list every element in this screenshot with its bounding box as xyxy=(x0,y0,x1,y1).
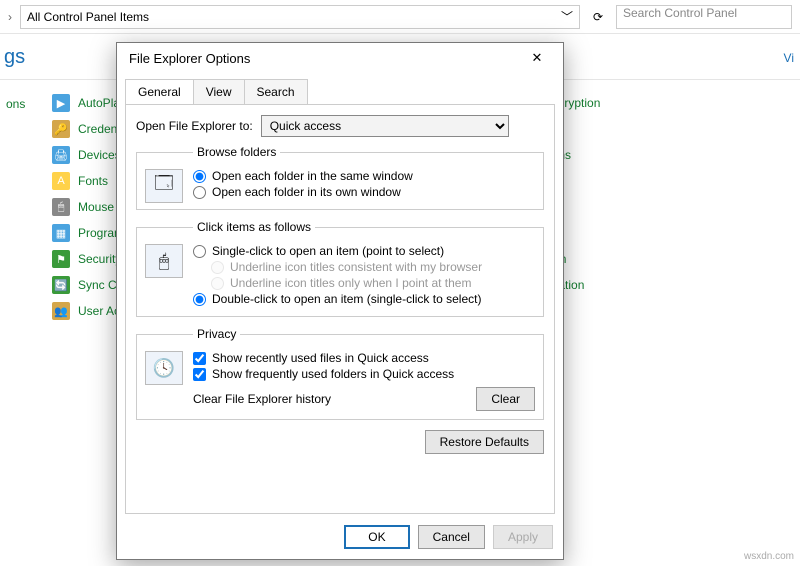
radio-same-window[interactable]: Open each folder in the same window xyxy=(193,169,535,183)
clear-button[interactable]: Clear xyxy=(476,387,535,411)
item-icon: 👥 xyxy=(52,302,70,320)
cursor-icon: 🖱 xyxy=(145,244,183,278)
header-title-suffix: gs xyxy=(4,46,25,69)
item-icon: 🔑 xyxy=(52,120,70,138)
left-gutter-label: ons xyxy=(6,97,32,111)
privacy-legend: Privacy xyxy=(193,327,240,341)
folder-window-icon: 🗔 xyxy=(145,169,183,203)
item-link[interactable]: Mouse xyxy=(78,200,114,214)
open-to-label: Open File Explorer to: xyxy=(136,119,253,133)
radio-underline-point: Underline icon titles only when I point … xyxy=(211,276,535,290)
address-bar: › All Control Panel Items ﹀ ⟳ Search Con… xyxy=(0,0,800,34)
item-icon: A xyxy=(52,172,70,190)
close-icon[interactable]: ✕ xyxy=(519,50,555,66)
tab-view[interactable]: View xyxy=(193,79,245,104)
dialog-button-row: OK Cancel Apply xyxy=(344,525,553,549)
chevron-right-icon: › xyxy=(8,10,12,24)
clock-folder-icon: 🕓 xyxy=(145,351,183,385)
browse-folders-legend: Browse folders xyxy=(193,145,280,159)
item-icon: ⚑ xyxy=(52,250,70,268)
open-to-select[interactable]: Quick access xyxy=(261,115,509,137)
item-link[interactable]: Security xyxy=(78,252,121,266)
dialog-title: File Explorer Options xyxy=(129,51,250,66)
click-items-group: Click items as follows 🖱 Single-click to… xyxy=(136,220,544,317)
search-input[interactable]: Search Control Panel xyxy=(616,5,792,29)
chevron-down-icon[interactable]: ﹀ xyxy=(561,8,573,25)
item-link[interactable]: Fonts xyxy=(78,174,108,188)
item-icon: ▦ xyxy=(52,224,70,242)
file-explorer-options-dialog: File Explorer Options ✕ General View Sea… xyxy=(116,42,564,560)
dialog-titlebar[interactable]: File Explorer Options ✕ xyxy=(117,43,563,73)
click-items-legend: Click items as follows xyxy=(193,220,315,234)
tab-general[interactable]: General xyxy=(125,79,194,104)
radio-underline-browser: Underline icon titles consistent with my… xyxy=(211,260,535,274)
check-frequent-folders[interactable]: Show frequently used folders in Quick ac… xyxy=(193,367,535,381)
breadcrumb[interactable]: All Control Panel Items ﹀ xyxy=(20,5,580,29)
privacy-group: Privacy 🕓 Show recently used files in Qu… xyxy=(136,327,544,420)
item-icon: 🖱 xyxy=(52,198,70,216)
radio-double-click[interactable]: Double-click to open an item (single-cli… xyxy=(193,292,535,306)
refresh-icon[interactable]: ⟳ xyxy=(588,10,608,24)
watermark: wsxdn.com xyxy=(744,551,794,562)
tab-general-page: Open File Explorer to: Quick access Brow… xyxy=(125,104,555,514)
tab-search[interactable]: Search xyxy=(244,79,308,104)
tab-strip: General View Search xyxy=(117,73,563,104)
radio-single-click[interactable]: Single-click to open an item (point to s… xyxy=(193,244,535,258)
radio-own-window[interactable]: Open each folder in its own window xyxy=(193,185,535,199)
ok-button[interactable]: OK xyxy=(344,525,409,549)
left-gutter: ons xyxy=(6,94,32,320)
clear-history-label: Clear File Explorer history xyxy=(193,392,331,406)
item-icon: 🔄 xyxy=(52,276,70,294)
browse-folders-group: Browse folders 🗔 Open each folder in the… xyxy=(136,145,544,210)
breadcrumb-label: All Control Panel Items xyxy=(27,10,149,24)
apply-button[interactable]: Apply xyxy=(493,525,553,549)
cancel-button[interactable]: Cancel xyxy=(418,525,485,549)
restore-defaults-button[interactable]: Restore Defaults xyxy=(425,430,544,454)
check-recent-files[interactable]: Show recently used files in Quick access xyxy=(193,351,535,365)
item-icon: ▶ xyxy=(52,94,70,112)
item-icon: 🖨 xyxy=(52,146,70,164)
header-right-link[interactable]: Vi xyxy=(784,51,794,65)
